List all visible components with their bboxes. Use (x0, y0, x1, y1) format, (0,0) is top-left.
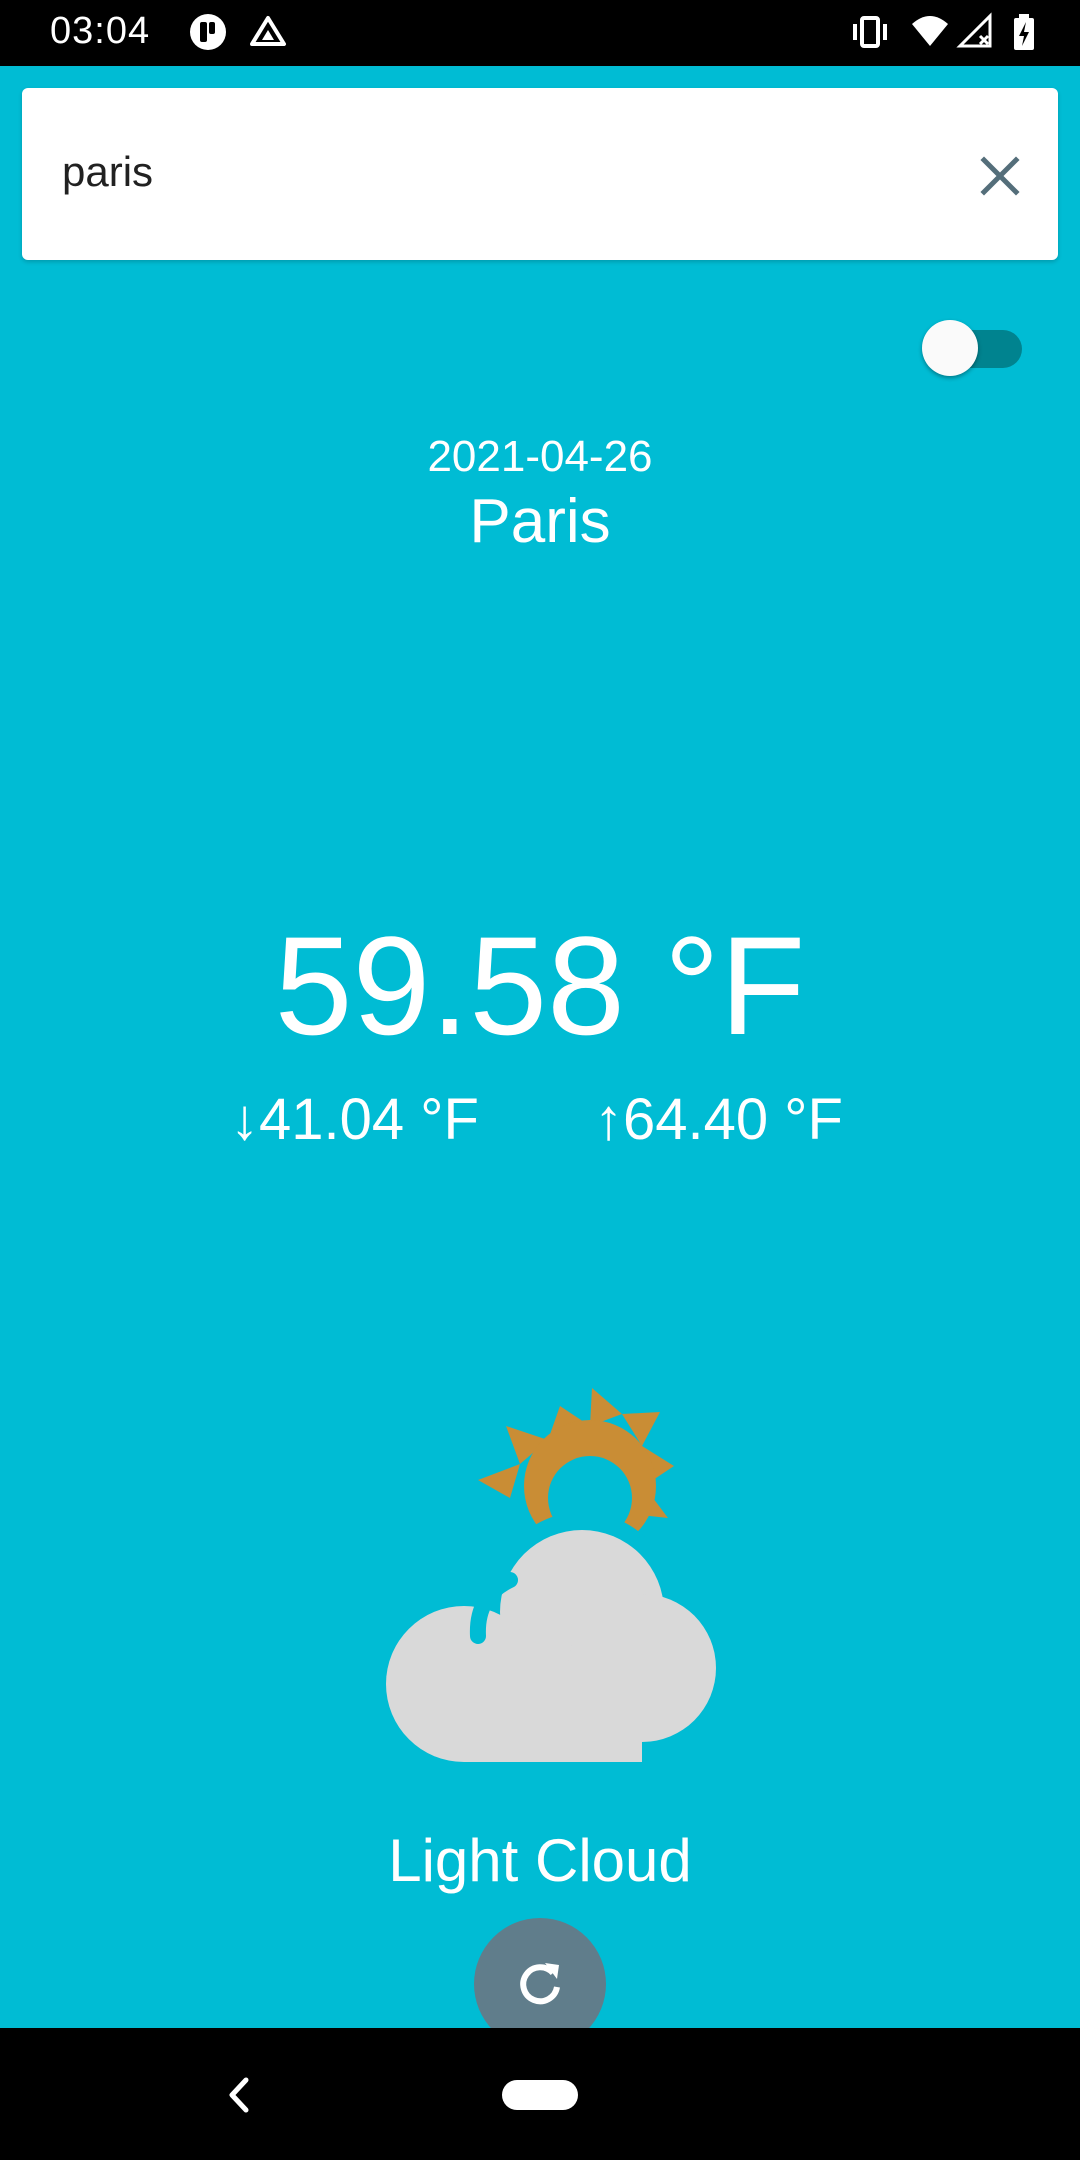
wifi-icon (910, 12, 950, 52)
search-bar (22, 88, 1058, 260)
refresh-icon (520, 1963, 560, 2005)
vibrate-icon (850, 12, 890, 52)
home-pill-icon[interactable] (502, 2080, 578, 2110)
notification-app-icon (188, 12, 228, 52)
status-bar: 03:04 (0, 0, 1080, 66)
search-input[interactable] (62, 142, 942, 202)
back-icon[interactable] (220, 2072, 256, 2118)
max-temperature: ↑64.40 °F (594, 1087, 843, 1152)
current-temperature: 59.58 °F (274, 907, 806, 1064)
min-temperature: ↓41.04 °F (230, 1087, 479, 1152)
battery-icon (1004, 12, 1044, 52)
weather-condition: Light Cloud (388, 1827, 692, 1894)
sun-behind-cloud-icon (360, 1366, 720, 1786)
drive-icon (248, 12, 288, 52)
signal-icon (956, 12, 996, 52)
status-time: 03:04 (50, 10, 151, 52)
close-icon (980, 156, 1020, 196)
clear-search-button[interactable] (970, 146, 1030, 206)
weather-app: 2021-04-26 Paris 59.58 °F ↓41.04 °F ↑64.… (0, 66, 1080, 2050)
units-toggle[interactable] (922, 310, 1026, 380)
weather-date: 2021-04-26 (427, 432, 653, 481)
toggle-thumb (922, 320, 978, 376)
city-name: Paris (469, 487, 611, 556)
